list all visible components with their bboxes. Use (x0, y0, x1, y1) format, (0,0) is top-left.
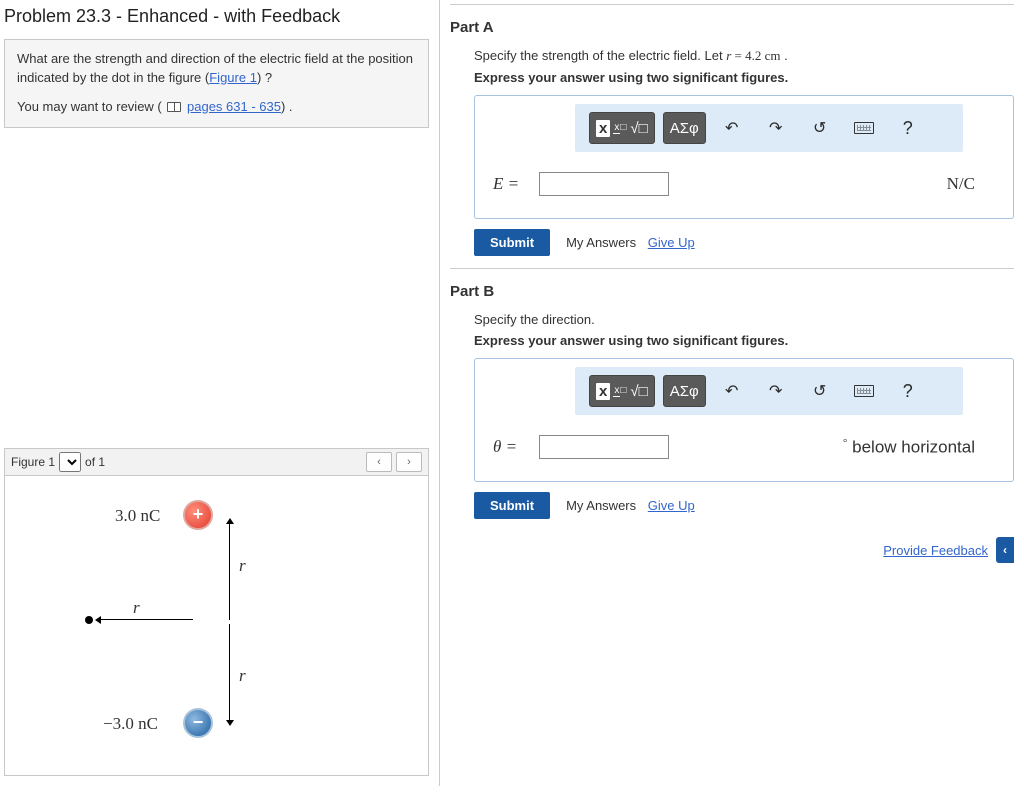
arrow-vertical-bottom (229, 624, 230, 724)
part-a-submit-button[interactable]: Submit (474, 229, 550, 256)
positive-charge-icon: + (183, 500, 213, 530)
my-answers-label-b: My Answers (566, 498, 636, 513)
give-up-link-b[interactable]: Give Up (648, 498, 695, 513)
pos-charge-label: 3.0 nC (115, 506, 160, 526)
part-b-submit-button[interactable]: Submit (474, 492, 550, 519)
r-label-top: r (239, 556, 246, 576)
plus-sign: + (193, 504, 204, 525)
prompt-line1-post: ) ? (257, 70, 272, 85)
frac-bot-b: □ (620, 385, 626, 396)
undo-button-b[interactable]: ↶ (714, 375, 750, 407)
figure-select[interactable] (59, 452, 81, 472)
arrow-vertical-top (229, 520, 230, 620)
reset-button[interactable]: ↺ (802, 112, 838, 144)
part-a-instruction-1: Specify the strength of the electric fie… (450, 48, 1014, 64)
keyboard-button-b[interactable] (846, 375, 882, 407)
figure-prev-button[interactable]: ‹ (366, 452, 392, 472)
part-a-lhs: E = (493, 174, 539, 194)
part-a-unit: N/C (947, 174, 995, 194)
problem-prompt: What are the strength and direction of t… (4, 39, 429, 128)
root-icon: √□ (630, 120, 647, 137)
pa-i1-post: . (780, 48, 787, 63)
help-button-b[interactable]: ? (890, 375, 926, 407)
frac-bot: □ (620, 122, 626, 133)
figure-link[interactable]: Figure 1 (209, 70, 257, 85)
part-b-header: Part B (450, 268, 1014, 306)
root-icon-b: √□ (630, 383, 647, 400)
tmpl-x: x (596, 120, 610, 137)
feedback-toggle-button[interactable]: ‹ (996, 537, 1014, 563)
reset-button-b[interactable]: ↺ (802, 375, 838, 407)
figure-header: Figure 1 of 1 ‹ › (4, 448, 429, 476)
neg-charge-label: −3.0 nC (103, 714, 158, 734)
part-b-toolbar: x x□ √□ ΑΣφ ↶ ↷ ↺ ? (575, 367, 963, 415)
part-a-answer-box: x x□ √□ ΑΣφ ↶ ↷ ↺ ? E = N/C (474, 95, 1014, 219)
figure-of: of 1 (85, 455, 105, 469)
keyboard-icon-b (854, 385, 874, 397)
arrow-horizontal (97, 619, 193, 620)
template-button-b[interactable]: x x□ √□ (589, 375, 655, 407)
part-a-toolbar: x x□ √□ ΑΣφ ↶ ↷ ↺ ? (575, 104, 963, 152)
part-a-input[interactable] (539, 172, 669, 196)
book-icon (167, 102, 181, 112)
prompt-line2-post: ) . (281, 99, 293, 114)
part-a-instruction-2: Express your answer using two significan… (450, 70, 1014, 85)
r-label-horizontal: r (133, 598, 140, 618)
minus-sign: − (193, 712, 204, 733)
figure-canvas: 3.0 nC + r r r −3.0 nC − (4, 476, 429, 776)
figure-next-button[interactable]: › (396, 452, 422, 472)
redo-button-b[interactable]: ↷ (758, 375, 794, 407)
greek-button[interactable]: ΑΣφ (663, 112, 706, 144)
my-answers-label-a: My Answers (566, 235, 636, 250)
redo-button[interactable]: ↷ (758, 112, 794, 144)
part-b-instruction-2: Express your answer using two significan… (450, 333, 1014, 348)
part-b-input[interactable] (539, 435, 669, 459)
tmpl-x-b: x (596, 383, 610, 400)
part-b-answer-box: x x□ √□ ΑΣφ ↶ ↷ ↺ ? θ = ° below horizont… (474, 358, 1014, 482)
part-b-unit: ° below horizontal (843, 437, 995, 458)
greek-button-b[interactable]: ΑΣφ (663, 375, 706, 407)
undo-button[interactable]: ↶ (714, 112, 750, 144)
pa-i1-eq: = 4.2 cm (731, 48, 780, 63)
pa-i1-pre: Specify the strength of the electric fie… (474, 48, 726, 63)
page-title: Problem 23.3 - Enhanced - with Feedback (4, 0, 429, 39)
part-b-lhs: θ = (493, 437, 539, 457)
below-horizontal-text: below horizontal (847, 437, 975, 456)
figure-label: Figure 1 (11, 455, 55, 469)
r-label-bottom: r (239, 666, 246, 686)
keyboard-icon (854, 122, 874, 134)
prompt-line2-pre: You may want to review ( (17, 99, 165, 114)
template-button[interactable]: x x□ √□ (589, 112, 655, 144)
negative-charge-icon: − (183, 708, 213, 738)
keyboard-button[interactable] (846, 112, 882, 144)
part-a-header: Part A (450, 4, 1014, 42)
help-button[interactable]: ? (890, 112, 926, 144)
provide-feedback-link[interactable]: Provide Feedback (883, 543, 988, 558)
part-b-instruction-1: Specify the direction. (450, 312, 1014, 327)
pages-link[interactable]: pages 631 - 635 (187, 99, 281, 114)
give-up-link-a[interactable]: Give Up (648, 235, 695, 250)
